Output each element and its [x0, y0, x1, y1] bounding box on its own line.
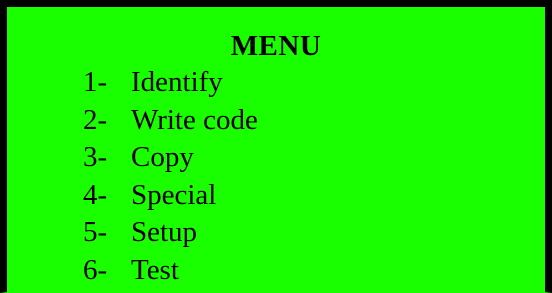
menu-item-number: 5-: [83, 216, 108, 249]
menu-list: 1- Identify 2- Write code 3- Copy 4- Spe…: [83, 65, 258, 291]
menu-item-number: 1-: [83, 66, 108, 98]
menu-title: MENU: [230, 30, 322, 62]
menu-item-label: Copy: [131, 141, 194, 174]
lcd-menu-screen: MENU 1- Identify 2- Write code 3- Copy 4…: [0, 0, 552, 293]
menu-item-test[interactable]: 6- Test: [83, 253, 258, 291]
menu-item-label: Identify: [131, 66, 223, 98]
menu-item-number: 4-: [83, 178, 108, 211]
menu-item-number: 2-: [83, 103, 108, 136]
menu-item-identify[interactable]: 1- Identify: [83, 65, 258, 103]
menu-item-setup[interactable]: 5- Setup: [83, 215, 258, 253]
menu-item-label: Setup: [131, 216, 198, 249]
menu-item-number: 6-: [83, 253, 108, 286]
menu-item-write-code[interactable]: 2- Write code: [83, 103, 258, 141]
menu-item-label: Special: [131, 178, 217, 211]
menu-item-label: Write code: [131, 103, 258, 136]
menu-item-number: 3-: [83, 141, 108, 174]
menu-item-special[interactable]: 4- Special: [83, 178, 258, 216]
menu-item-copy[interactable]: 3- Copy: [83, 140, 258, 178]
menu-item-label: Test: [131, 253, 179, 286]
